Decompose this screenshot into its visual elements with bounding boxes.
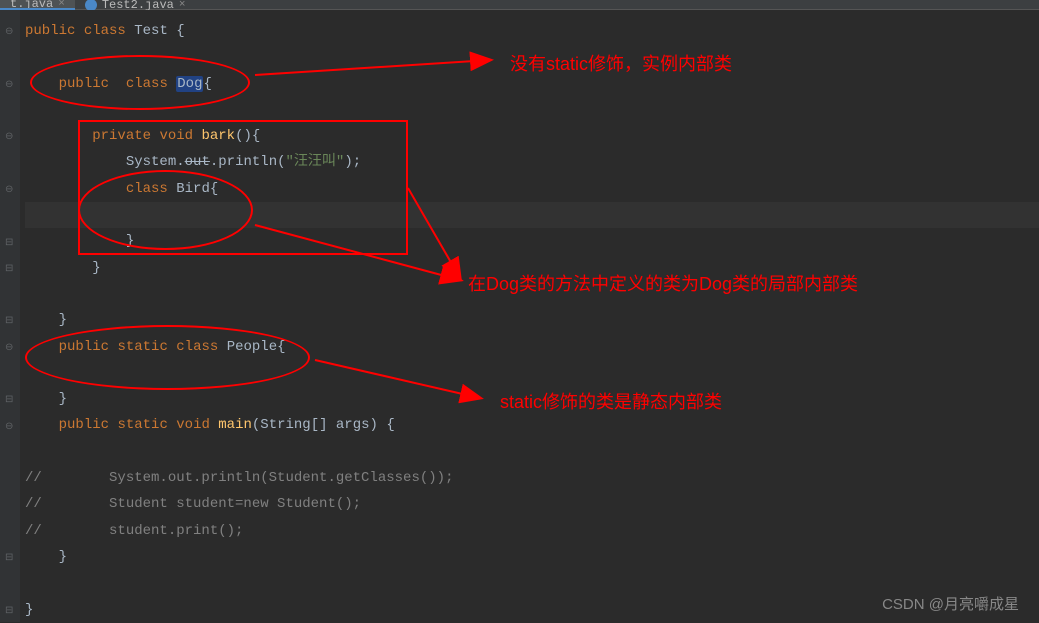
arrow-1 bbox=[0, 0, 1039, 622]
annotation-text-3: static修饰的类是静态内部类 bbox=[500, 388, 722, 414]
annotation-text-1: 没有static修饰，实例内部类 bbox=[510, 50, 732, 76]
watermark: CSDN @月亮嚼成星 bbox=[882, 593, 1019, 614]
annotation-text-2: 在Dog类的方法中定义的类为Dog类的局部内部类 bbox=[468, 270, 858, 296]
